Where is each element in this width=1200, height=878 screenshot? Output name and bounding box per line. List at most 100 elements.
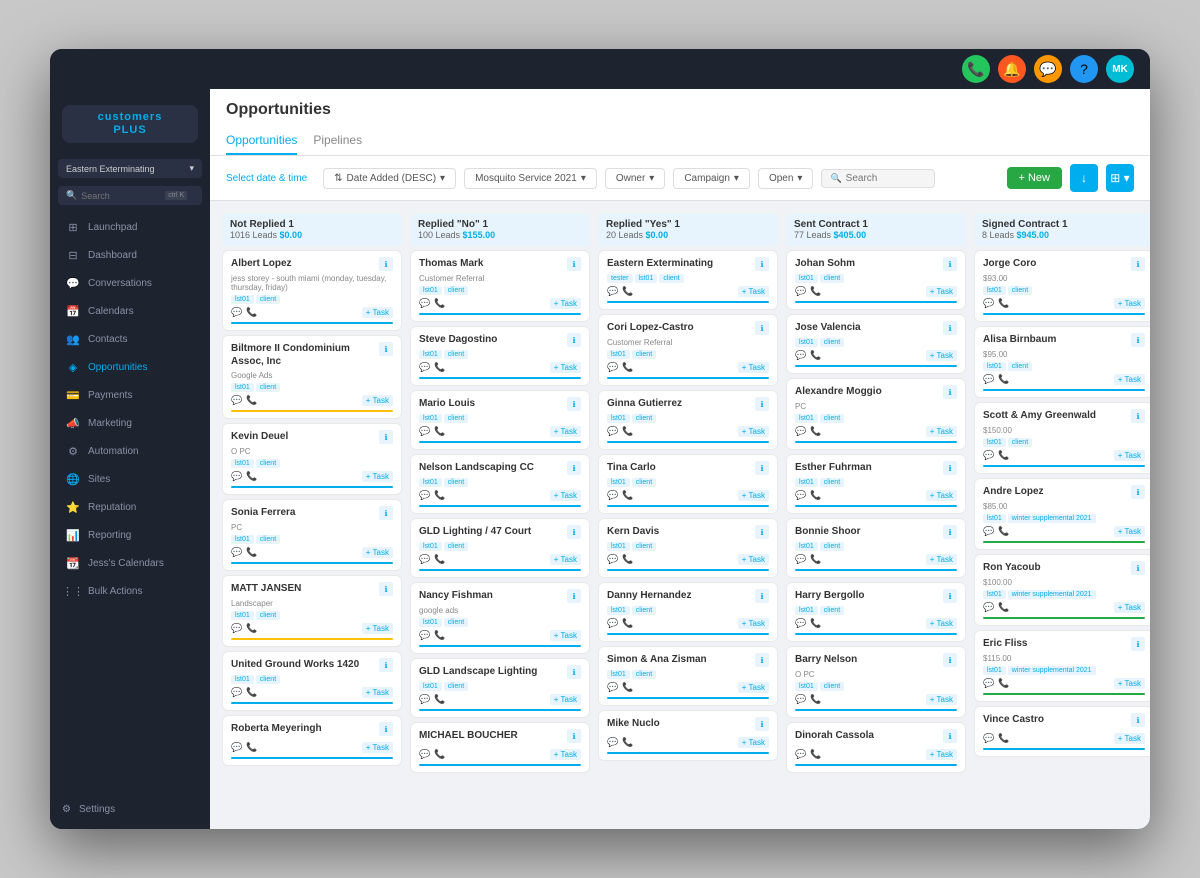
add-task-button[interactable]: + Task xyxy=(362,471,393,482)
chat-icon[interactable]: 💬 xyxy=(795,490,806,501)
phone-icon[interactable]: 📞 xyxy=(810,286,821,297)
card-info-icon[interactable]: ℹ xyxy=(943,653,957,667)
phone-icon[interactable]: 📞 xyxy=(810,694,821,705)
add-task-button[interactable]: + Task xyxy=(550,298,581,309)
view-button[interactable]: ⊞ ▾ xyxy=(1106,164,1134,192)
opportunity-card[interactable]: Kern Davis ℹ lst01client 💬 📞 + Task xyxy=(598,518,778,578)
card-info-icon[interactable]: ℹ xyxy=(379,722,393,736)
opportunity-card[interactable]: Mike Nuclo ℹ 💬 📞 + Task xyxy=(598,710,778,761)
opportunity-card[interactable]: Harry Bergollo ℹ lst01client 💬 📞 + Task xyxy=(786,582,966,642)
card-info-icon[interactable]: ℹ xyxy=(943,461,957,475)
chat-icon[interactable]: 💬 xyxy=(607,682,618,693)
phone-icon[interactable]: 📞 xyxy=(434,554,445,565)
phone-icon[interactable]: 📞 xyxy=(810,490,821,501)
card-info-icon[interactable]: ℹ xyxy=(755,321,769,335)
card-info-icon[interactable]: ℹ xyxy=(755,717,769,731)
chat-icon[interactable]: 💬 xyxy=(607,490,618,501)
opportunity-card[interactable]: Johan Sohm ℹ lst01client 💬 📞 + Task xyxy=(786,250,966,310)
chat-icon[interactable]: 💬 xyxy=(419,554,430,565)
card-info-icon[interactable]: ℹ xyxy=(755,589,769,603)
opportunity-card[interactable]: Eastern Exterminating ℹ testerlst01clien… xyxy=(598,250,778,310)
select-date-btn[interactable]: Select date & time xyxy=(226,173,307,184)
chat-icon[interactable]: 💬 xyxy=(231,547,242,558)
card-info-icon[interactable]: ℹ xyxy=(755,397,769,411)
card-info-icon[interactable]: ℹ xyxy=(943,257,957,271)
campaign-btn[interactable]: Campaign ▾ xyxy=(673,168,750,189)
chat-icon[interactable]: 💬 xyxy=(607,737,618,748)
card-info-icon[interactable]: ℹ xyxy=(567,461,581,475)
add-task-button[interactable]: + Task xyxy=(1114,374,1145,385)
add-task-button[interactable]: + Task xyxy=(362,623,393,634)
phone-icon[interactable]: 📞 xyxy=(810,749,821,760)
phone-icon[interactable]: 📞 xyxy=(434,298,445,309)
sidebar-item-conversations[interactable]: 💬 Conversations xyxy=(54,270,206,296)
phone-icon[interactable]: 📞 xyxy=(622,682,633,693)
user-avatar[interactable]: MK xyxy=(1106,55,1134,83)
add-task-button[interactable]: + Task xyxy=(926,694,957,705)
opportunity-card[interactable]: Ginna Gutierrez ℹ lst01client 💬 📞 + Task xyxy=(598,390,778,450)
sidebar-item-jess-calendars[interactable]: 📆 Jess's Calendars xyxy=(54,550,206,576)
add-task-button[interactable]: + Task xyxy=(1114,678,1145,689)
sidebar-item-settings[interactable]: ⚙ Settings xyxy=(50,798,210,821)
add-task-button[interactable]: + Task xyxy=(738,286,769,297)
card-info-icon[interactable]: ℹ xyxy=(755,461,769,475)
opportunity-card[interactable]: Thomas Mark ℹ Customer Referral lst01cli… xyxy=(410,250,590,322)
phone-icon[interactable]: 📞 xyxy=(998,450,1009,461)
add-task-button[interactable]: + Task xyxy=(926,749,957,760)
tab-pipelines[interactable]: Pipelines xyxy=(313,127,362,155)
card-info-icon[interactable]: ℹ xyxy=(567,729,581,743)
card-info-icon[interactable]: ℹ xyxy=(379,506,393,520)
card-info-icon[interactable]: ℹ xyxy=(379,257,393,271)
card-info-icon[interactable]: ℹ xyxy=(567,397,581,411)
sidebar-item-bulk-actions[interactable]: ⋮⋮ Bulk Actions xyxy=(54,578,206,604)
opportunity-card[interactable]: Steve Dagostino ℹ lst01client 💬 📞 + Task xyxy=(410,326,590,386)
opportunity-card[interactable]: Scott & Amy Greenwald ℹ $150.00 lst01cli… xyxy=(974,402,1150,474)
chat-icon[interactable]: 💬 xyxy=(795,286,806,297)
add-task-button[interactable]: + Task xyxy=(1114,450,1145,461)
card-info-icon[interactable]: ℹ xyxy=(1131,485,1145,499)
chat-icon[interactable]: 💬 xyxy=(419,362,430,373)
card-info-icon[interactable]: ℹ xyxy=(943,321,957,335)
opportunity-card[interactable]: Kevin Deuel ℹ O PC lst01client 💬 📞 + Tas… xyxy=(222,423,402,495)
opportunity-card[interactable]: GLD Lighting / 47 Court ℹ lst01client 💬 … xyxy=(410,518,590,578)
card-info-icon[interactable]: ℹ xyxy=(943,729,957,743)
card-info-icon[interactable]: ℹ xyxy=(379,582,393,596)
phone-icon[interactable]: 📞 xyxy=(998,602,1009,613)
opportunity-card[interactable]: Nancy Fishman ℹ google ads lst01client 💬… xyxy=(410,582,590,654)
opportunity-card[interactable]: Simon & Ana Zisman ℹ lst01client 💬 📞 + T… xyxy=(598,646,778,706)
add-task-button[interactable]: + Task xyxy=(738,737,769,748)
chat-icon[interactable]: 💬 xyxy=(231,395,242,406)
opportunity-card[interactable]: Tina Carlo ℹ lst01client 💬 📞 + Task xyxy=(598,454,778,514)
card-info-icon[interactable]: ℹ xyxy=(755,257,769,271)
opportunity-card[interactable]: Alexandre Moggio ℹ PC lst01client 💬 📞 + … xyxy=(786,378,966,450)
sidebar-item-reporting[interactable]: 📊 Reporting xyxy=(54,522,206,548)
opportunity-card[interactable]: Cori Lopez-Castro ℹ Customer Referral ls… xyxy=(598,314,778,386)
card-info-icon[interactable]: ℹ xyxy=(1131,409,1145,423)
chat-icon[interactable]: 💬 xyxy=(419,426,430,437)
card-info-icon[interactable]: ℹ xyxy=(567,665,581,679)
phone-icon[interactable]: 📞 xyxy=(246,623,257,634)
add-task-button[interactable]: + Task xyxy=(926,350,957,361)
chat-icon[interactable]: 💬 xyxy=(983,450,994,461)
opportunity-card[interactable]: Dinorah Cassola ℹ 💬 📞 + Task xyxy=(786,722,966,773)
phone-icon[interactable]: 📞 xyxy=(434,426,445,437)
opportunity-card[interactable]: Mario Louis ℹ lst01client 💬 📞 + Task xyxy=(410,390,590,450)
sidebar-item-launchpad[interactable]: ⊞ Launchpad xyxy=(54,214,206,240)
phone-icon[interactable]: 📞 xyxy=(622,737,633,748)
add-task-button[interactable]: + Task xyxy=(926,426,957,437)
add-task-button[interactable]: + Task xyxy=(550,362,581,373)
chat-icon[interactable]: 💬 xyxy=(231,623,242,634)
chat-icon[interactable]: 💬 xyxy=(795,554,806,565)
pipeline-btn[interactable]: Mosquito Service 2021 ▾ xyxy=(464,168,597,189)
phone-icon[interactable]: 📞 xyxy=(998,678,1009,689)
phone-icon[interactable]: 📞 xyxy=(434,630,445,641)
card-info-icon[interactable]: ℹ xyxy=(379,430,393,444)
phone-icon[interactable]: 📞 xyxy=(622,362,633,373)
phone-icon[interactable]: 📞 xyxy=(998,526,1009,537)
card-info-icon[interactable]: ℹ xyxy=(943,589,957,603)
card-info-icon[interactable]: ℹ xyxy=(1131,257,1145,271)
opportunity-card[interactable]: Alisa Birnbaum ℹ $95.00 lst01client 💬 📞 … xyxy=(974,326,1150,398)
phone-icon[interactable]: 📞 xyxy=(810,426,821,437)
card-info-icon[interactable]: ℹ xyxy=(943,525,957,539)
card-info-icon[interactable]: ℹ xyxy=(567,333,581,347)
